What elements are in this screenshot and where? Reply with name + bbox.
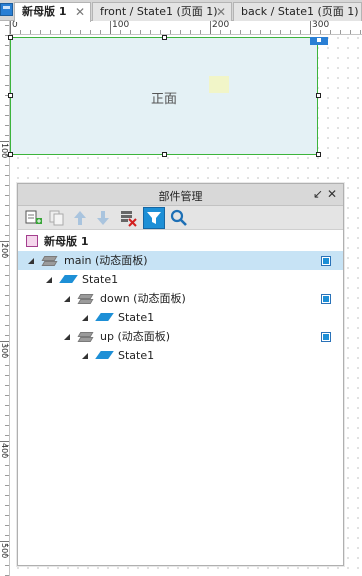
outline-toolbar xyxy=(18,206,343,230)
ruler-major-tick xyxy=(0,241,9,242)
tab-label: front / State1 (页面 1) xyxy=(100,5,218,18)
resize-handle-right[interactable] xyxy=(316,93,321,98)
widget-label: 正面 xyxy=(150,92,177,107)
ruler-major-tick xyxy=(310,21,311,34)
ruler-major-tick xyxy=(10,21,11,34)
state-icon xyxy=(59,275,78,283)
state-icon xyxy=(95,351,114,359)
resize-handle-top[interactable] xyxy=(162,35,167,40)
tree-item-state[interactable]: State1 xyxy=(18,346,343,365)
duplicate-icon[interactable] xyxy=(48,209,66,227)
panel-header: 部件管理 ↙ ✕ xyxy=(18,184,343,206)
tree-item-label: State1 xyxy=(118,311,155,324)
dynamic-panel-icon xyxy=(77,292,94,306)
outline-panel: 部件管理 ↙ ✕ 新母版 1 main (动态面板) State1 down (… xyxy=(17,183,344,566)
delete-icon[interactable] xyxy=(120,209,138,227)
tab-front-state1[interactable]: front / State1 (页面 1) ✕ xyxy=(92,2,232,21)
tree-item-label: State1 xyxy=(118,349,155,362)
ruler-number: 400 xyxy=(0,443,9,459)
dynamic-panel-icon xyxy=(41,254,58,268)
collapse-arrow-icon[interactable] xyxy=(46,277,52,283)
visibility-checkbox[interactable] xyxy=(321,294,331,304)
tab-label: 新母版 1 xyxy=(22,5,67,18)
tree-item-label: main (动态面板) xyxy=(64,254,148,267)
tree-item-label: State1 xyxy=(82,273,119,286)
ruler-number: 300 xyxy=(0,343,9,359)
master-page-icon xyxy=(26,235,38,247)
collapse-arrow-icon[interactable] xyxy=(28,258,34,264)
tree-item-up[interactable]: up (动态面板) xyxy=(18,327,343,346)
close-icon[interactable]: ✕ xyxy=(327,187,337,201)
tab-master-1[interactable]: 新母版 1 ✕ xyxy=(14,2,91,22)
tree-item-state[interactable]: State1 xyxy=(18,270,343,289)
page-home-icon[interactable] xyxy=(0,3,13,16)
filter-icon[interactable] xyxy=(143,207,165,229)
visibility-checkbox[interactable] xyxy=(321,256,331,266)
tree-item-main[interactable]: main (动态面板) xyxy=(18,251,343,270)
ruler-number: 100 xyxy=(0,143,9,159)
panel-title: 部件管理 xyxy=(158,190,203,203)
ruler-major-tick xyxy=(110,21,111,34)
ruler-number: 100 xyxy=(112,20,130,30)
dynamic-panel-badge-icon[interactable] xyxy=(310,37,328,45)
tree-item-down[interactable]: down (动态面板) xyxy=(18,289,343,308)
tab-close-icon[interactable]: ✕ xyxy=(75,3,85,21)
outline-tree: 新母版 1 main (动态面板) State1 down (动态面板) Sta… xyxy=(18,230,343,565)
ruler-major-tick xyxy=(0,441,9,442)
ruler-major-tick xyxy=(0,341,9,342)
collapse-arrow-icon[interactable] xyxy=(64,334,70,340)
tree-item-label: 新母版 1 xyxy=(44,235,89,248)
tab-label: back / State1 (页面 1) xyxy=(241,5,359,18)
ruler-number: 500 xyxy=(0,543,9,559)
collapse-arrow-icon[interactable] xyxy=(82,353,88,359)
front-dynamic-panel-widget[interactable]: 正面 xyxy=(10,37,318,155)
ruler-major-tick xyxy=(0,541,9,542)
document-tab-bar: 新母版 1 ✕ front / State1 (页面 1) ✕ back / S… xyxy=(0,0,362,22)
resize-handle-bottom-left[interactable] xyxy=(8,152,13,157)
ruler-major-tick xyxy=(210,21,211,34)
ruler-major-tick xyxy=(0,141,9,142)
tree-item-label: down (动态面板) xyxy=(100,292,186,305)
horizontal-ruler: 0 100 200 300 xyxy=(10,20,362,35)
visibility-checkbox[interactable] xyxy=(321,332,331,342)
add-master-icon[interactable] xyxy=(25,209,43,227)
resize-handle-top-left[interactable] xyxy=(8,35,13,40)
move-up-icon[interactable] xyxy=(71,209,89,227)
resize-handle-left[interactable] xyxy=(8,93,13,98)
tab-close-icon[interactable]: ✕ xyxy=(216,3,226,21)
tree-item-label: up (动态面板) xyxy=(100,330,171,343)
vertical-ruler: 100 200 300 400 500 xyxy=(0,21,10,576)
ruler-number: 200 xyxy=(212,20,230,30)
move-down-icon[interactable] xyxy=(94,209,112,227)
state-icon xyxy=(95,313,114,321)
tree-root-master[interactable]: 新母版 1 xyxy=(18,232,343,251)
search-icon[interactable] xyxy=(170,209,188,227)
resize-handle-bottom-right[interactable] xyxy=(316,152,321,157)
collapse-arrow-icon[interactable] xyxy=(64,296,70,302)
arrow-down-left-icon[interactable]: ↙ xyxy=(313,187,323,201)
dynamic-panel-icon xyxy=(77,330,94,344)
ruler-number: 200 xyxy=(0,243,9,259)
resize-handle-bottom[interactable] xyxy=(162,152,167,157)
tab-back-state1[interactable]: back / State1 (页面 1) xyxy=(233,2,362,21)
collapse-arrow-icon[interactable] xyxy=(82,315,88,321)
ruler-number: 300 xyxy=(312,20,330,30)
tree-item-state[interactable]: State1 xyxy=(18,308,343,327)
